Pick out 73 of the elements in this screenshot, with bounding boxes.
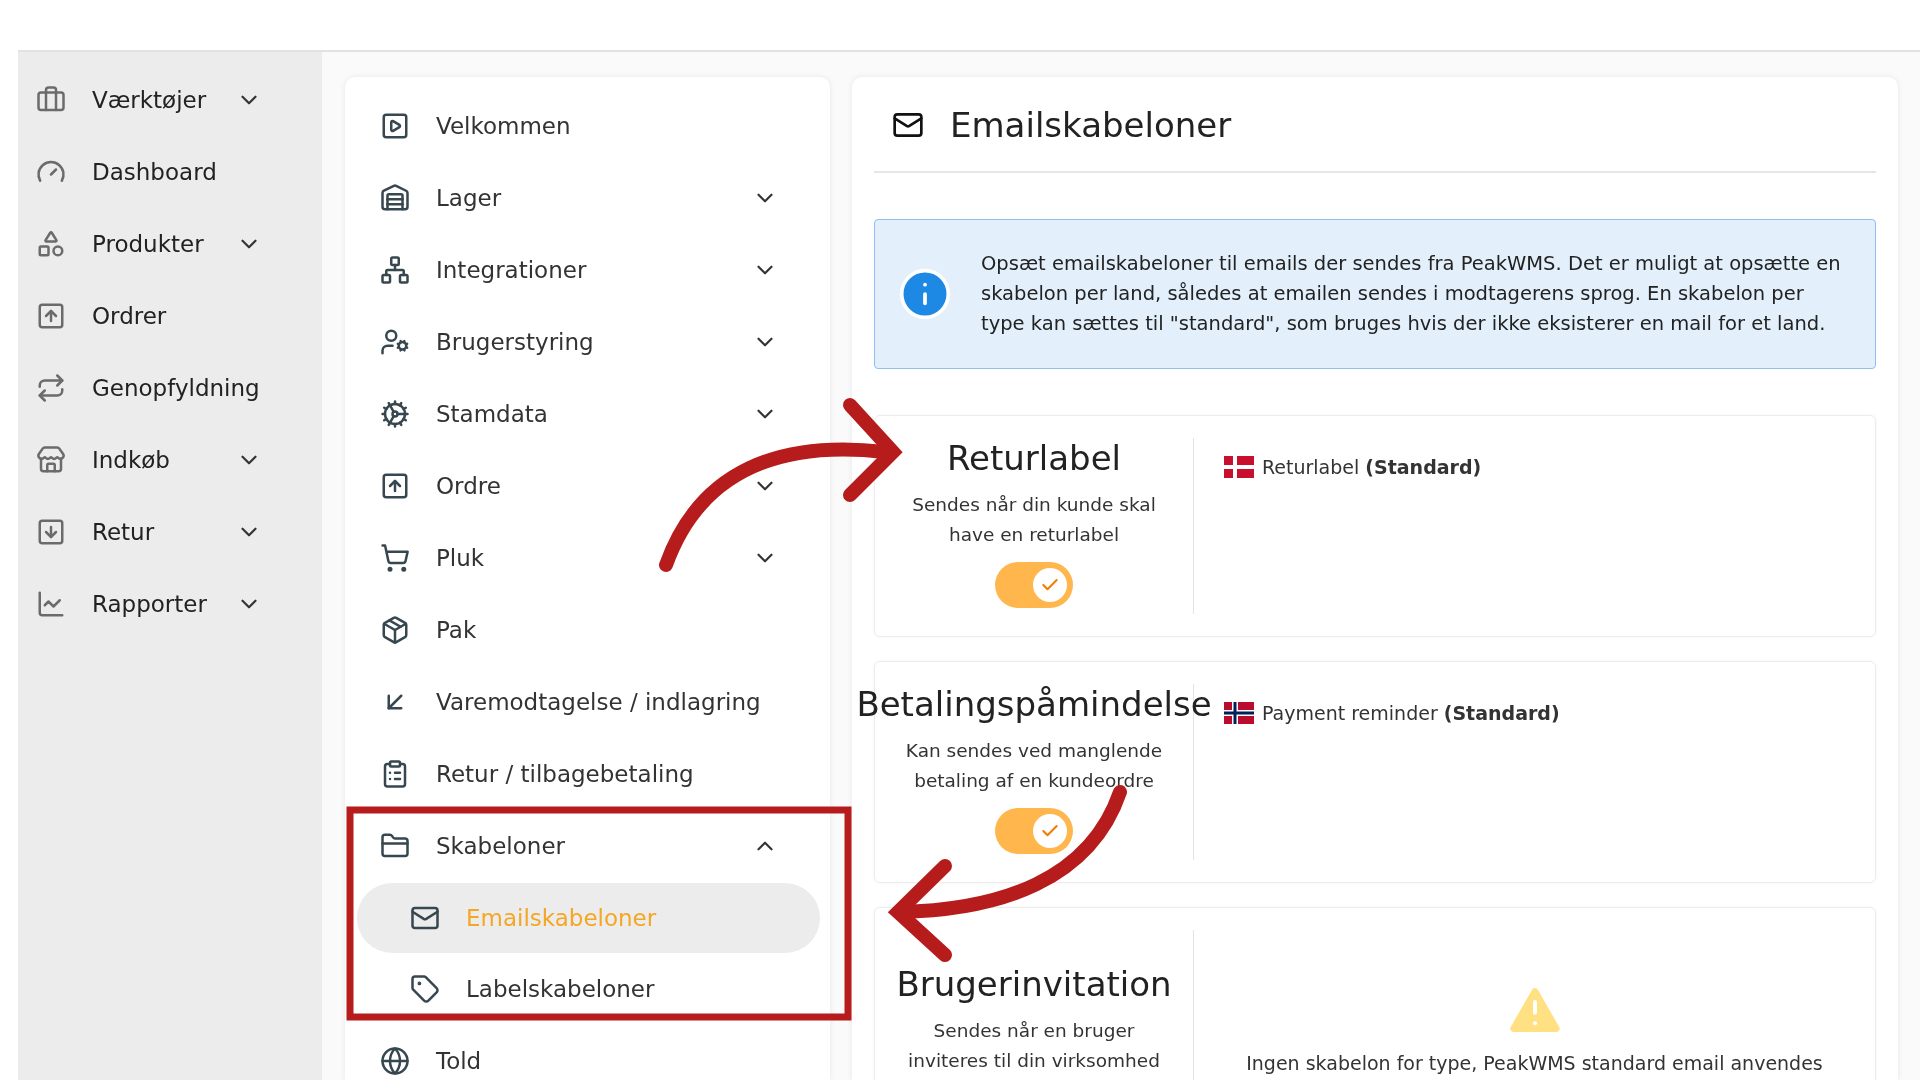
warehouse-icon: [380, 183, 410, 213]
sidebar-label: Retur: [92, 519, 156, 545]
card-description: Sendes når din kunde skal have en returlabel: [911, 493, 1157, 547]
upload-icon: [380, 471, 410, 501]
menu-label: Stamdata: [436, 401, 549, 427]
network-icon: [380, 255, 410, 285]
gear-icon: [380, 399, 410, 429]
flag-icon: [1224, 456, 1254, 478]
menu-label: Integrationer: [436, 257, 588, 283]
sidebar-label: Produkter: [92, 231, 205, 257]
menu-label: Varemodtagelse / indlagring: [436, 689, 762, 715]
card-description: Sendes når en bruger inviteres til din virksomhed: [907, 1019, 1161, 1073]
cart-icon: [380, 543, 410, 573]
tag-icon: [410, 974, 440, 1004]
card-title: Brugerinvitation: [896, 964, 1172, 1004]
menu-item[interactable]: Velkommen: [345, 90, 830, 162]
menu-item[interactable]: Brugerstyring: [345, 306, 830, 378]
info-text: Opsæt emailskabeloner til emails der sendes fra PeakWMS. Det er muligt at opsætte en skabelon per land, således at emailen sendes i modtagerens sprog. En skabelon per type kan sættes til "standard", som bruges hvis der ikke eksisterer en mail for et land.: [981, 251, 1842, 337]
submenu-item[interactable]: Labelskabeloner: [357, 954, 820, 1024]
menu-label: Brugerstyring: [436, 329, 595, 355]
menu-label: Pak: [436, 617, 478, 643]
sidebar-label: Ordrer: [92, 303, 168, 329]
empty-message: Ingen skabelon for type, PeakWMS standard email anvendes: [1246, 1052, 1823, 1074]
sidebar-item[interactable]: Indkøb: [18, 424, 322, 496]
menu-item[interactable]: Pak: [345, 594, 830, 666]
sidebar-item[interactable]: Retur: [18, 496, 322, 568]
sidebar-item[interactable]: Genopfyldning: [18, 352, 322, 424]
menu-label: Lager: [436, 185, 503, 211]
menu-item[interactable]: Varemodtagelse / indlagring: [345, 666, 830, 738]
user-gear-icon: [380, 327, 410, 357]
sidebar-item[interactable]: Rapporter: [18, 568, 322, 640]
menu-label: Retur / tilbagebetaling: [436, 761, 695, 787]
menu-item[interactable]: Retur / tilbagebetaling: [345, 738, 830, 810]
card-description: Kan sendes ved manglende betaling af en kundeordre: [904, 739, 1164, 793]
download-icon: [36, 517, 66, 547]
card-title: Betalingspåmindelse: [856, 684, 1212, 724]
shapes-icon: [36, 229, 66, 259]
menu-item[interactable]: Integrationer: [345, 234, 830, 306]
toggle-switch[interactable]: [995, 562, 1073, 608]
flag-icon: [1224, 702, 1254, 724]
sidebar-item[interactable]: Dashboard: [18, 136, 322, 208]
toggle-switch[interactable]: [995, 808, 1073, 854]
upload-icon: [36, 301, 66, 331]
menu-item[interactable]: Told: [345, 1025, 830, 1080]
sidebar-label: Værktøjer: [92, 87, 208, 113]
menu-item[interactable]: Ordre: [345, 450, 830, 522]
menu-label: Pluk: [436, 545, 486, 571]
sidebar-label: Indkøb: [92, 447, 171, 473]
sidebar-item[interactable]: Produkter: [18, 208, 322, 280]
sidebar-item[interactable]: Værktøjer: [18, 64, 322, 136]
sidebar-label: Genopfyldning: [92, 375, 261, 401]
store-icon: [36, 445, 66, 475]
menu-item[interactable]: Pluk: [345, 522, 830, 594]
menu-item[interactable]: Lager: [345, 162, 830, 234]
globe-icon: [380, 1046, 410, 1076]
package-icon: [380, 615, 410, 645]
repeat-icon: [36, 373, 66, 403]
menu-item[interactable]: Stamdata: [345, 378, 830, 450]
info-icon: [897, 266, 953, 322]
card-title: Returlabel: [946, 438, 1122, 478]
chart-icon: [36, 589, 66, 619]
sidebar-label: Rapporter: [92, 591, 208, 617]
page-title: Emailskabeloner: [950, 105, 1232, 145]
sidebar-item[interactable]: Ordrer: [18, 280, 322, 352]
menu-label: Told: [436, 1048, 483, 1074]
menu-item[interactable]: Skabeloner: [345, 810, 830, 882]
template-link[interactable]: Payment reminder (Standard): [1262, 702, 1560, 724]
menu-label: Skabeloner: [436, 833, 566, 859]
sidebar-label: Dashboard: [92, 159, 218, 185]
menu-label: Ordre: [436, 473, 502, 499]
menu-label: Velkommen: [436, 113, 572, 139]
template-link[interactable]: Returlabel (Standard): [1262, 456, 1482, 478]
play-icon: [380, 111, 410, 141]
